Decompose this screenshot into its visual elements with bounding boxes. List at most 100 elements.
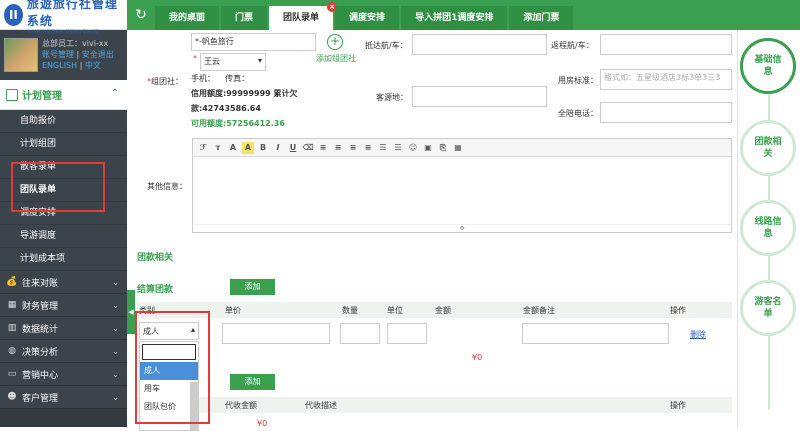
- avatar: [4, 38, 38, 72]
- delete-link[interactable]: 删除: [690, 329, 706, 340]
- font-color-icon[interactable]: A: [227, 142, 239, 154]
- source-input[interactable]: [412, 86, 547, 107]
- justify-icon[interactable]: ≡: [362, 142, 374, 154]
- dropdown-highlight-box: [135, 311, 210, 424]
- eraser-icon[interactable]: ⌫: [302, 142, 314, 154]
- chevron-down-icon: ⌄: [112, 323, 119, 333]
- monitor-icon: ▭: [7, 369, 17, 379]
- italic-icon[interactable]: I: [272, 142, 284, 154]
- list-ul-icon[interactable]: ☰: [392, 142, 404, 154]
- tab-team-order[interactable]: 团队录单 ×: [269, 2, 338, 30]
- emoji-icon[interactable]: ☺: [407, 142, 419, 154]
- tab-dispatch[interactable]: 调度安排: [335, 6, 400, 30]
- amount-note-input[interactable]: [522, 323, 669, 344]
- menu-plan-management[interactable]: 计划管理 ⌃: [0, 80, 127, 110]
- image-icon[interactable]: ▣: [422, 142, 434, 154]
- sidebar: II 旅遊旅行社管理系统 专业旅行社管理系统 ·智慧旅游·高效运营 总部员工：v…: [0, 0, 127, 427]
- add-settle-button[interactable]: 添加: [230, 279, 275, 295]
- highlight-icon[interactable]: A: [242, 141, 254, 154]
- chinese-link[interactable]: 中文: [85, 61, 101, 70]
- sidebar-item-cost[interactable]: 计划成本项: [0, 248, 127, 271]
- sidebar-group-finance[interactable]: ▦ 财务管理 ⌄: [0, 294, 127, 317]
- sidebar-group-customer[interactable]: ☻ 客户管理 ⌄: [0, 386, 127, 409]
- group-related-title: 团款相关: [137, 253, 174, 263]
- money-bag-icon: 💰: [6, 277, 18, 287]
- debt-line: 款:42743586.64: [191, 104, 261, 113]
- refresh-icon[interactable]: ↻: [127, 0, 155, 30]
- align-right-icon[interactable]: ≡: [347, 142, 359, 154]
- account-link[interactable]: 账号管理: [42, 50, 74, 59]
- logout-link[interactable]: 安全退出: [82, 50, 114, 59]
- tab-add-ticket[interactable]: 添加门票: [509, 6, 574, 30]
- other-info-label: 其他信息：: [147, 182, 187, 191]
- chevron-down-icon: ⌄: [112, 392, 119, 402]
- font-size-icon[interactable]: т: [212, 142, 224, 154]
- bar-chart-icon: ▥: [7, 323, 17, 333]
- collection-table-header: 代收金额 代收描述 操作: [137, 397, 732, 413]
- quantity-input[interactable]: [340, 323, 380, 344]
- logo-mark-icon: II: [4, 3, 23, 26]
- sidebar-item-quote[interactable]: 自助报价: [0, 110, 127, 133]
- align-center-icon[interactable]: ≡: [332, 142, 344, 154]
- logo: II 旅遊旅行社管理系统 专业旅行社管理系统 ·智慧旅游·高效运营: [0, 0, 127, 34]
- unit-price-input[interactable]: [222, 323, 330, 344]
- step-group-related[interactable]: 团款相关: [740, 120, 796, 176]
- agency-label: *组团社：: [147, 77, 183, 86]
- agency-input[interactable]: *-帆鱼旅行: [191, 33, 316, 51]
- contact-select[interactable]: 王云 ▾: [200, 53, 266, 71]
- list-ol-icon[interactable]: ☰: [377, 142, 389, 154]
- menu-plan-label: 计划管理: [22, 91, 62, 102]
- sidebar-group-analysis[interactable]: ◍ 决策分析 ⌄: [0, 340, 127, 363]
- tab-import-dispatch[interactable]: 导入拼团1调度安排: [401, 6, 508, 30]
- logo-subtitle: 专业旅行社管理系统 ·智慧旅游·高效运营: [26, 28, 99, 34]
- step-basic-info[interactable]: 基础信息: [740, 38, 796, 94]
- step-tourist-list[interactable]: 游客名单: [740, 280, 796, 336]
- rich-text-editor[interactable]: ℱ т A A B I U ⌫ ≡ ≡ ≡ ≡ ☰ ☰ ☺ ▣ ⎘ ▦ ✥: [192, 138, 732, 233]
- collapse-sidebar-toggle[interactable]: ◀: [127, 290, 135, 334]
- add-agency-plus-icon[interactable]: +: [327, 34, 343, 50]
- tab-tickets[interactable]: 门票: [221, 6, 268, 30]
- sidebar-item-plan-group[interactable]: 计划组团: [0, 133, 127, 156]
- unit-input[interactable]: [387, 323, 427, 344]
- tab-bar: ↻ 我的桌面 门票 团队录单 × 调度安排 导入拼团1调度安排 添加门票: [127, 0, 800, 30]
- font-family-icon[interactable]: ℱ: [197, 142, 209, 154]
- sidebar-group-marketing[interactable]: ▭ 营销中心 ⌄: [0, 363, 127, 386]
- highlight-box: [11, 162, 105, 212]
- settle-title: 结算团款: [137, 285, 174, 295]
- chevron-down-icon: ⌄: [112, 300, 119, 310]
- sidebar-group-stats[interactable]: ▥ 数据统计 ⌄: [0, 317, 127, 340]
- chevron-down-icon: ▾: [257, 56, 262, 65]
- return-label: 返程航/车：: [551, 41, 594, 50]
- add-agency-link[interactable]: 添加组团社: [316, 53, 356, 64]
- return-input[interactable]: [600, 34, 732, 55]
- tab-desktop[interactable]: 我的桌面: [155, 6, 220, 30]
- sidebar-group-reconcile[interactable]: 💰 往来对账 ⌄: [0, 271, 127, 294]
- chevron-down-icon: ⌄: [112, 277, 119, 287]
- step-route-info[interactable]: 线路信息: [740, 200, 796, 256]
- globe-icon: ◍: [8, 346, 16, 356]
- settle-total: ¥0: [472, 353, 483, 362]
- fax-label: 传真：: [225, 74, 250, 83]
- credit-line: 信用额度:99999999 累计欠: [191, 89, 298, 98]
- resize-handle[interactable]: ✥: [193, 224, 731, 232]
- chevron-down-icon: ⌄: [112, 346, 119, 356]
- add-collection-button[interactable]: 添加: [230, 374, 275, 390]
- room-label: 用房标准：: [558, 76, 598, 85]
- table-icon[interactable]: ▦: [452, 142, 464, 154]
- english-link[interactable]: ENGLISH: [42, 61, 77, 70]
- sidebar-item-guide[interactable]: 导游调度: [0, 225, 127, 248]
- underline-icon[interactable]: U: [287, 142, 299, 154]
- user-panel: 总部员工：vivi-xx 账号管理 | 安全退出 ENGLISH | 中文: [0, 30, 127, 80]
- available-credit: 可用额度:57256412.36: [191, 119, 285, 128]
- align-left-icon[interactable]: ≡: [317, 142, 329, 154]
- bold-icon[interactable]: B: [257, 142, 269, 154]
- escort-input[interactable]: [600, 102, 732, 123]
- room-input[interactable]: 格式如：五星级酒店3标3单3三3: [600, 69, 732, 90]
- finance-icon: ▦: [7, 300, 17, 310]
- source-label: 客源地：: [376, 93, 408, 102]
- attachment-icon[interactable]: ⎘: [437, 142, 449, 154]
- escort-label: 全陪电话：: [558, 109, 598, 118]
- edit-icon: [6, 88, 18, 101]
- settle-table-header: 类别 单价 数量 单位 金额 金额备注 操作: [137, 302, 732, 318]
- arrive-input[interactable]: [412, 34, 547, 55]
